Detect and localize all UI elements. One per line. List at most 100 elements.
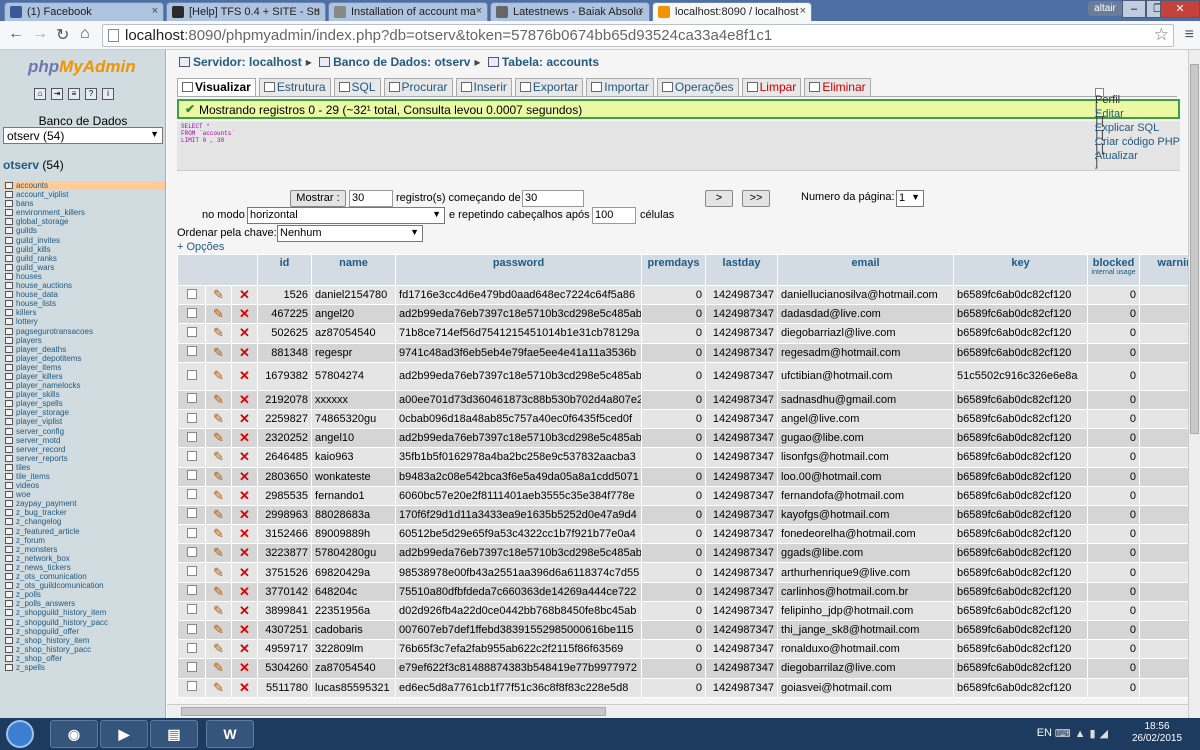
create-php-link[interactable]: Criar código PHP: [1095, 137, 1180, 148]
cell-blocked[interactable]: 0: [1087, 428, 1141, 449]
cell-email[interactable]: lisonfgs@hotmail.com: [777, 447, 955, 468]
bookmark-star-icon[interactable]: ☆: [1154, 25, 1169, 45]
sidebar-table-item[interactable]: guild_kills: [3, 245, 165, 254]
cell-warning[interactable]: [1139, 619, 1188, 641]
tab-sql[interactable]: SQL: [333, 78, 381, 96]
table-icon[interactable]: [5, 209, 13, 217]
cell-email[interactable]: angel@live.com: [777, 408, 955, 430]
cell-email[interactable]: fonedeorelha@hotmail.com: [777, 524, 955, 545]
sidebar-table-item[interactable]: z_polls_answers: [3, 599, 165, 608]
row-checkbox[interactable]: [186, 642, 197, 653]
profile-badge[interactable]: altair: [1088, 1, 1122, 16]
delete-x-icon[interactable]: ✕: [239, 392, 250, 408]
cell-password[interactable]: ad2b99eda76eb7397c18e5710b3cd298e5c485ab: [395, 543, 643, 564]
table-icon[interactable]: [5, 263, 13, 271]
cell-warning[interactable]: [1139, 543, 1188, 564]
sidebar-table-item[interactable]: server_motd: [3, 436, 165, 445]
cell-lastday[interactable]: 1424987347: [705, 658, 779, 679]
explain-sql-link[interactable]: Explicar SQL: [1095, 123, 1180, 134]
delete-x-icon[interactable]: ✕: [239, 603, 250, 619]
cell-password[interactable]: 9741c48ad3f6eb5eb4e79fae5ee4e41a11a3536b: [395, 342, 643, 363]
table-icon[interactable]: [5, 327, 13, 335]
sidebar-table-item[interactable]: player_spells: [3, 399, 165, 408]
sidebar-table-item[interactable]: z_bug_tracker: [3, 508, 165, 517]
cell-key[interactable]: b6589fc6ab0dc82cf120: [953, 428, 1089, 449]
edit-pencil-icon[interactable]: ✎: [213, 680, 224, 696]
cell-key[interactable]: b6589fc6ab0dc82cf120: [953, 342, 1089, 363]
table-icon[interactable]: [5, 427, 13, 435]
cell-lastday[interactable]: 1424987347: [705, 428, 779, 449]
cell-lastday[interactable]: 1424987347: [705, 304, 779, 325]
delete-x-icon[interactable]: ✕: [239, 368, 250, 384]
sidebar-table-item[interactable]: z_featured_article: [3, 527, 165, 536]
row-checkbox[interactable]: [186, 450, 197, 461]
sidebar-table-item[interactable]: videos: [3, 481, 165, 490]
next-page-button[interactable]: >: [705, 190, 733, 207]
edit-pencil-icon[interactable]: ✎: [213, 660, 224, 676]
cell-name[interactable]: fernando1: [311, 485, 397, 506]
cell-id[interactable]: 467225: [257, 304, 313, 325]
sidebar-table-item[interactable]: bans: [3, 199, 165, 208]
column-header-warning[interactable]: warning: [1139, 254, 1188, 286]
delete-x-icon[interactable]: ✕: [239, 449, 250, 465]
cell-id[interactable]: 4959717: [257, 639, 313, 660]
cell-premdays[interactable]: 0: [641, 284, 707, 306]
table-icon[interactable]: [5, 491, 13, 499]
sidebar-table-item[interactable]: account_viplist: [3, 190, 165, 199]
word-taskbar-icon[interactable]: W: [206, 720, 254, 748]
cell-blocked[interactable]: 0: [1087, 524, 1141, 545]
database-select[interactable]: otserv (54) ▼: [3, 127, 163, 144]
delete-x-icon[interactable]: ✕: [239, 660, 250, 676]
cell-warning[interactable]: [1139, 677, 1188, 698]
table-icon[interactable]: [5, 318, 13, 326]
cell-blocked[interactable]: 0: [1087, 677, 1141, 698]
delete-x-icon[interactable]: ✕: [239, 545, 250, 561]
row-checkbox[interactable]: [186, 346, 197, 357]
vertical-scrollbar[interactable]: [1188, 50, 1200, 718]
mode-select[interactable]: horizontal ▼: [247, 207, 445, 224]
cell-warning[interactable]: [1139, 428, 1188, 449]
cell-id[interactable]: 3152466: [257, 524, 313, 545]
cell-premdays[interactable]: 0: [641, 504, 707, 526]
home-icon[interactable]: ⌂: [80, 25, 90, 43]
sidebar-table-item[interactable]: killers: [3, 308, 165, 317]
cell-name[interactable]: daniel2154780: [311, 284, 397, 306]
cell-id[interactable]: 3899841: [257, 600, 313, 622]
edit-pencil-icon[interactable]: ✎: [213, 603, 224, 619]
sidebar-table-item[interactable]: z_ots_guildcomunication: [3, 581, 165, 590]
cell-warning[interactable]: [1139, 304, 1188, 325]
cell-warning[interactable]: [1139, 581, 1188, 602]
cell-premdays[interactable]: 0: [641, 389, 707, 410]
delete-x-icon[interactable]: ✕: [239, 680, 250, 696]
table-icon[interactable]: [5, 500, 13, 508]
cell-name[interactable]: 57804274: [311, 361, 397, 391]
cell-warning[interactable]: [1139, 600, 1188, 622]
edit-pencil-icon[interactable]: ✎: [213, 526, 224, 542]
docs-icon[interactable]: ?: [85, 88, 97, 100]
cell-name[interactable]: 89009889h: [311, 524, 397, 545]
table-icon[interactable]: [5, 372, 13, 380]
table-icon[interactable]: [5, 382, 13, 390]
cell-email[interactable]: dadasdad@live.com: [777, 304, 955, 325]
table-icon[interactable]: [5, 591, 13, 599]
edit-pencil-icon[interactable]: ✎: [213, 488, 224, 504]
table-icon[interactable]: [5, 418, 13, 426]
cell-key[interactable]: b6589fc6ab0dc82cf120: [953, 466, 1089, 487]
cell-name[interactable]: lucas85595321: [311, 677, 397, 698]
cell-password[interactable]: 170f6f29d1d11a3433ea9e1635b5252d0e47a9d4: [395, 504, 643, 526]
sidebar-table-item[interactable]: player_skills: [3, 390, 165, 399]
row-checkbox[interactable]: [186, 604, 197, 615]
sidebar-table-item[interactable]: z_forum: [3, 536, 165, 545]
table-icon[interactable]: [5, 573, 13, 581]
cell-warning[interactable]: [1139, 408, 1188, 430]
cell-key[interactable]: b6589fc6ab0dc82cf120: [953, 524, 1089, 545]
tab-close-icon[interactable]: ×: [638, 5, 644, 17]
cell-id[interactable]: 5304260: [257, 658, 313, 679]
cell-name[interactable]: az87054540: [311, 323, 397, 344]
row-checkbox[interactable]: [186, 307, 197, 318]
row-checkbox[interactable]: [186, 623, 197, 634]
breadcrumb-database[interactable]: otserv: [434, 55, 470, 69]
breadcrumb-server[interactable]: localhost: [249, 55, 302, 69]
cell-blocked[interactable]: 0: [1087, 581, 1141, 602]
cell-name[interactable]: 648204c: [311, 581, 397, 602]
